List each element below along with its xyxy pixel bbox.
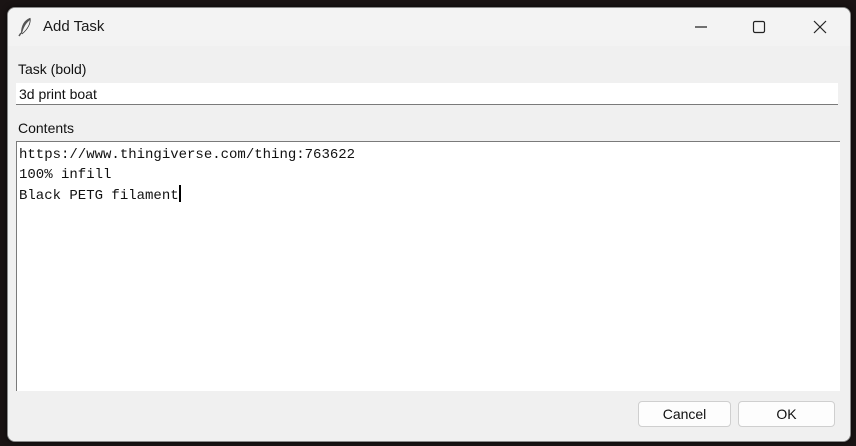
cancel-button[interactable]: Cancel: [638, 401, 731, 427]
window-title: Add Task: [43, 18, 105, 35]
add-task-dialog: Add Task Task (bold) 3d print boat Conte…: [7, 7, 851, 442]
contents-textarea[interactable]: https://www.thingiverse.com/thing:763622…: [16, 141, 840, 391]
button-bar: Cancel OK: [8, 391, 850, 441]
contents-line-text: Black PETG filament: [19, 188, 179, 204]
close-button[interactable]: [791, 8, 849, 46]
task-input[interactable]: 3d print boat: [16, 83, 838, 105]
text-caret: [178, 185, 181, 202]
feather-icon: [18, 17, 34, 37]
minimize-icon: [695, 26, 707, 28]
close-icon: [813, 20, 827, 34]
minimize-button[interactable]: [672, 8, 730, 46]
contents-line: 100% infill: [19, 167, 112, 183]
contents-line: https://www.thingiverse.com/thing:763622: [19, 147, 356, 163]
contents-line-last: Black PETG filament: [19, 185, 838, 205]
maximize-button[interactable]: [730, 8, 788, 46]
task-label: Task (bold): [18, 61, 87, 77]
maximize-icon: [752, 20, 766, 34]
contents-label: Contents: [18, 120, 75, 136]
title-bar[interactable]: Add Task: [8, 8, 850, 46]
ok-button[interactable]: OK: [738, 401, 835, 427]
